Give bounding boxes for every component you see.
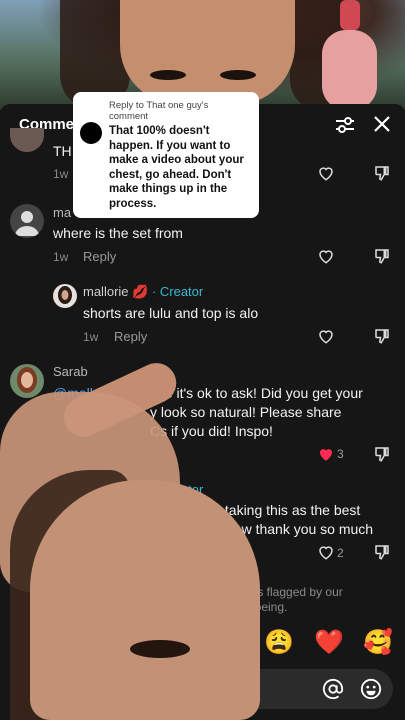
like-icon[interactable] (317, 543, 335, 561)
avatar[interactable] (53, 284, 77, 308)
video-eye-2 (130, 640, 190, 658)
comment-text: shorts are lulu and top is alo (83, 305, 259, 321)
comment-time: 1w (83, 330, 99, 344)
like-count: 2 (337, 546, 344, 560)
comment-username[interactable]: ma (53, 205, 71, 220)
reply-button[interactable]: Reply (83, 249, 116, 264)
emoji-heart[interactable]: ❤️ (314, 628, 344, 657)
reply-to-label: Reply to That one guy's comment (109, 100, 209, 122)
headphone (322, 30, 377, 110)
close-icon[interactable] (372, 114, 392, 134)
liked-heart-icon[interactable] (317, 445, 335, 463)
comment-text-line2: y look so natural! Please share (150, 404, 342, 420)
video-face-2 (30, 480, 260, 720)
dislike-icon[interactable] (373, 247, 391, 265)
mention-icon[interactable] (322, 678, 344, 700)
like-icon[interactable] (317, 247, 335, 265)
comment-text: where is the set from (53, 225, 183, 241)
reply-button[interactable]: Reply (114, 329, 147, 344)
video-eye-right (220, 70, 256, 80)
headphone-band (340, 0, 360, 30)
sticker-avatar (80, 122, 102, 144)
like-count: 3 (337, 447, 344, 461)
comment-username[interactable]: Sarab (53, 364, 88, 379)
like-icon[interactable] (317, 164, 335, 182)
like-icon[interactable] (317, 327, 335, 345)
comment-username[interactable]: mallorie 💋 · Creator (83, 284, 203, 300)
dislike-icon[interactable] (373, 543, 391, 561)
creator-badge: · Creator (151, 284, 204, 299)
dislike-icon[interactable] (373, 164, 391, 182)
comment-text: TH (53, 143, 72, 159)
dislike-icon[interactable] (373, 445, 391, 463)
emoji-smiling-hearts[interactable]: 🥰 (363, 628, 393, 657)
video-face (120, 0, 295, 105)
sticker-text: That 100% doesn't happen. If you want to… (109, 125, 244, 210)
avatar[interactable] (10, 364, 44, 398)
username-text: mallorie 💋 (83, 284, 149, 299)
emoji-picker-icon[interactable] (360, 678, 382, 700)
comment-time: 1w (53, 250, 69, 264)
video-eye-left (150, 70, 186, 80)
avatar[interactable] (10, 204, 44, 238)
reply-sticker[interactable]: Reply to That one guy's comment That 100… (73, 92, 259, 218)
emoji-weary[interactable]: 😩 (264, 628, 294, 657)
comment-time: 1w (53, 167, 69, 181)
filter-icon[interactable] (334, 114, 356, 136)
dislike-icon[interactable] (373, 327, 391, 345)
